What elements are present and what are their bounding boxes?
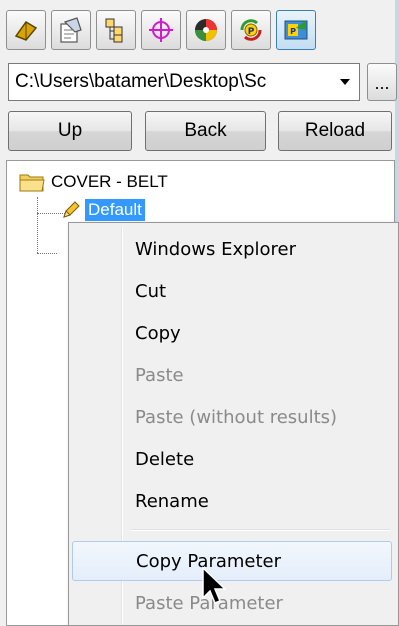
target-icon [149,18,173,42]
toolbar-button-configuration[interactable] [96,10,136,50]
path-combobox[interactable]: C:\Users\batamer\Desktop\Sc [8,63,360,101]
menu-item-copy-parameter[interactable]: Copy Parameter [72,541,392,581]
tree-node-default-label: Default [85,199,145,221]
menu-item-paste-parameter[interactable]: Paste Parameter [72,583,392,623]
menu-item-cut[interactable]: Cut [72,271,392,311]
appearance-icon [195,19,217,41]
tree-connector [37,197,38,253]
svg-text:P: P [248,27,255,37]
toolbar-button-target[interactable] [141,10,181,50]
menu-separator [131,529,390,531]
reload-button[interactable]: Reload [278,111,392,151]
tree-node-root[interactable]: COVER - BELT [19,171,168,193]
tree-connector [37,253,57,254]
task-pane-toolbar: P P [6,10,321,54]
svg-text:P: P [290,27,296,36]
configuration-icon [105,18,123,43]
toolbar-button-parameter-browser[interactable]: P [276,10,316,50]
menu-item-paste-without-results[interactable]: Paste (without results) [72,397,392,437]
toolbar-button-parameter-refresh[interactable]: P [231,10,271,50]
folder-icon [19,174,45,192]
back-button[interactable]: Back [145,111,266,151]
menu-item-windows-explorer[interactable]: Windows Explorer [72,229,392,269]
menu-item-paste[interactable]: Paste [72,355,392,395]
toolbar-button-properties[interactable] [51,10,91,50]
menu-item-copy[interactable]: Copy [72,313,392,353]
configuration-pencil-icon [63,201,80,218]
parameter-refresh-icon: P [240,19,262,41]
menu-item-rename[interactable]: Rename [72,481,392,521]
parts-icon [14,21,38,41]
chevron-down-icon[interactable] [331,78,359,86]
properties-icon [60,17,82,43]
path-value[interactable]: C:\Users\batamer\Desktop\Sc [9,71,331,93]
parameter-browser-icon: P [284,20,308,40]
tree-node-root-label: COVER - BELT [51,172,168,191]
toolbar-button-parts[interactable] [6,10,46,50]
browse-button[interactable]: ... [367,63,397,101]
toolbar-button-appearance[interactable] [186,10,226,50]
menu-item-delete[interactable]: Delete [72,439,392,479]
mouse-pointer-icon [202,566,227,604]
tree-node-default[interactable]: Default [61,199,145,221]
context-menu: Windows Explorer Cut Copy Paste Paste (w… [68,222,399,626]
up-button[interactable]: Up [8,111,132,151]
